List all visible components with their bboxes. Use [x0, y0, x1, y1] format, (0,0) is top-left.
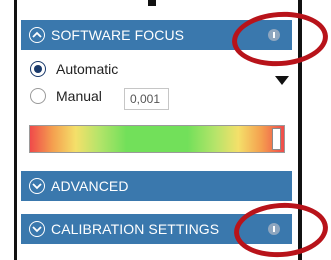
- panel-left-border: [14, 0, 17, 260]
- chevron-down-icon[interactable]: [29, 178, 45, 194]
- triangle-down-icon[interactable]: [275, 76, 289, 85]
- radio-manual-label: Manual: [56, 88, 102, 104]
- advanced-header[interactable]: ADVANCED: [21, 171, 292, 201]
- advanced-title: ADVANCED: [51, 178, 129, 194]
- radio-automatic-label: Automatic: [56, 61, 119, 77]
- highlight-ring: [230, 8, 330, 70]
- software-focus-panel: SOFTWARE FOCUS Automatic Manual 0,001 AD…: [0, 0, 331, 260]
- panel-top-strip: [17, 0, 298, 10]
- radio-manual[interactable]: Manual: [30, 88, 102, 104]
- radio-button-unchecked[interactable]: [30, 88, 46, 104]
- top-marker: [148, 0, 156, 6]
- radio-automatic[interactable]: Automatic: [30, 61, 118, 77]
- highlight-ring: [232, 199, 330, 260]
- focus-quality-bar[interactable]: [29, 125, 285, 153]
- manual-value-input[interactable]: 0,001: [124, 88, 169, 110]
- radio-button-checked[interactable]: [30, 61, 46, 77]
- focus-slider-handle[interactable]: [272, 128, 281, 150]
- chevron-up-icon[interactable]: [29, 27, 45, 43]
- chevron-down-icon[interactable]: [29, 221, 45, 237]
